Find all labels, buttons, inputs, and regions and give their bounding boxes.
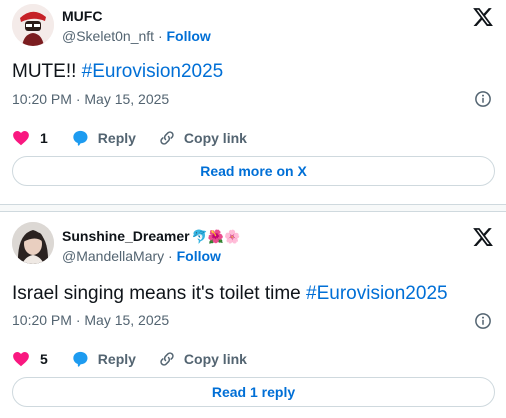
info-icon[interactable] (474, 90, 492, 108)
like-button[interactable]: 5 (12, 350, 48, 368)
copy-link-button[interactable]: Copy link (158, 129, 247, 147)
avatar[interactable] (12, 4, 54, 46)
tweet-card-1: MUFC @Skelet0n_nft · Follow MUTE!! #Euro… (0, 0, 506, 205)
tweet-text: Israel singing means it's toilet time #E… (12, 283, 448, 305)
like-button[interactable]: 1 (12, 129, 48, 147)
follow-button[interactable]: Follow (177, 248, 221, 264)
action-bar: 5 Reply Copy link (12, 347, 269, 371)
reply-bubble-icon (73, 130, 88, 146)
copy-link-label: Copy link (183, 351, 247, 367)
link-icon (160, 131, 174, 145)
hashtag-link[interactable]: #Eurovision2025 (306, 283, 448, 304)
tweet-text-body: Israel singing means it's toilet time (12, 283, 307, 304)
copy-link-button[interactable]: Copy link (158, 350, 247, 368)
avatar-image (12, 222, 54, 264)
separator: · (157, 28, 163, 44)
reply-bubble-icon (73, 351, 88, 367)
handle-line: @MandellaMary · Follow (62, 248, 221, 264)
avatar-image (12, 4, 54, 46)
author-name-line: Sunshine_Dreamer 🐬🌺🌸 (62, 228, 240, 245)
reply-label: Reply (97, 351, 136, 367)
heart-icon (13, 351, 29, 367)
info-icon[interactable] (474, 312, 492, 330)
timestamp[interactable]: 10:20 PM · May 15, 2025 (12, 312, 169, 328)
heart-icon (13, 130, 29, 146)
action-bar: 1 Reply Copy link (12, 126, 269, 150)
tweet-card-2: Sunshine_Dreamer 🐬🌺🌸 @MandellaMary · Foll… (0, 211, 506, 418)
reply-label: Reply (97, 130, 136, 146)
avatar[interactable] (12, 222, 54, 264)
reply-button[interactable]: Reply (70, 128, 136, 148)
read-replies-button[interactable]: Read 1 reply (12, 377, 495, 407)
reply-button[interactable]: Reply (70, 349, 136, 369)
hashtag-link[interactable]: #Eurovision2025 (82, 61, 224, 82)
tweet-text-body: MUTE!! (12, 61, 82, 82)
name-emojis: 🐬🌺🌸 (191, 229, 241, 244)
like-count: 1 (40, 130, 48, 146)
handle-line: @Skelet0n_nft · Follow (62, 28, 211, 44)
timestamp[interactable]: 10:20 PM · May 15, 2025 (12, 91, 169, 107)
link-icon (160, 352, 174, 366)
author-name[interactable]: Sunshine_Dreamer (62, 228, 190, 244)
read-more-button[interactable]: Read more on X (12, 156, 495, 186)
tweet-text: MUTE!! #Eurovision2025 (12, 61, 223, 83)
author-name[interactable]: MUFC (62, 8, 102, 24)
like-count: 5 (40, 351, 48, 367)
copy-link-label: Copy link (183, 130, 247, 146)
follow-button[interactable]: Follow (167, 28, 211, 44)
author-handle[interactable]: @MandellaMary (62, 248, 164, 264)
x-logo-icon[interactable] (472, 226, 494, 248)
x-logo-icon[interactable] (472, 6, 494, 28)
separator: · (168, 248, 173, 264)
author-handle[interactable]: @Skelet0n_nft (62, 28, 154, 44)
